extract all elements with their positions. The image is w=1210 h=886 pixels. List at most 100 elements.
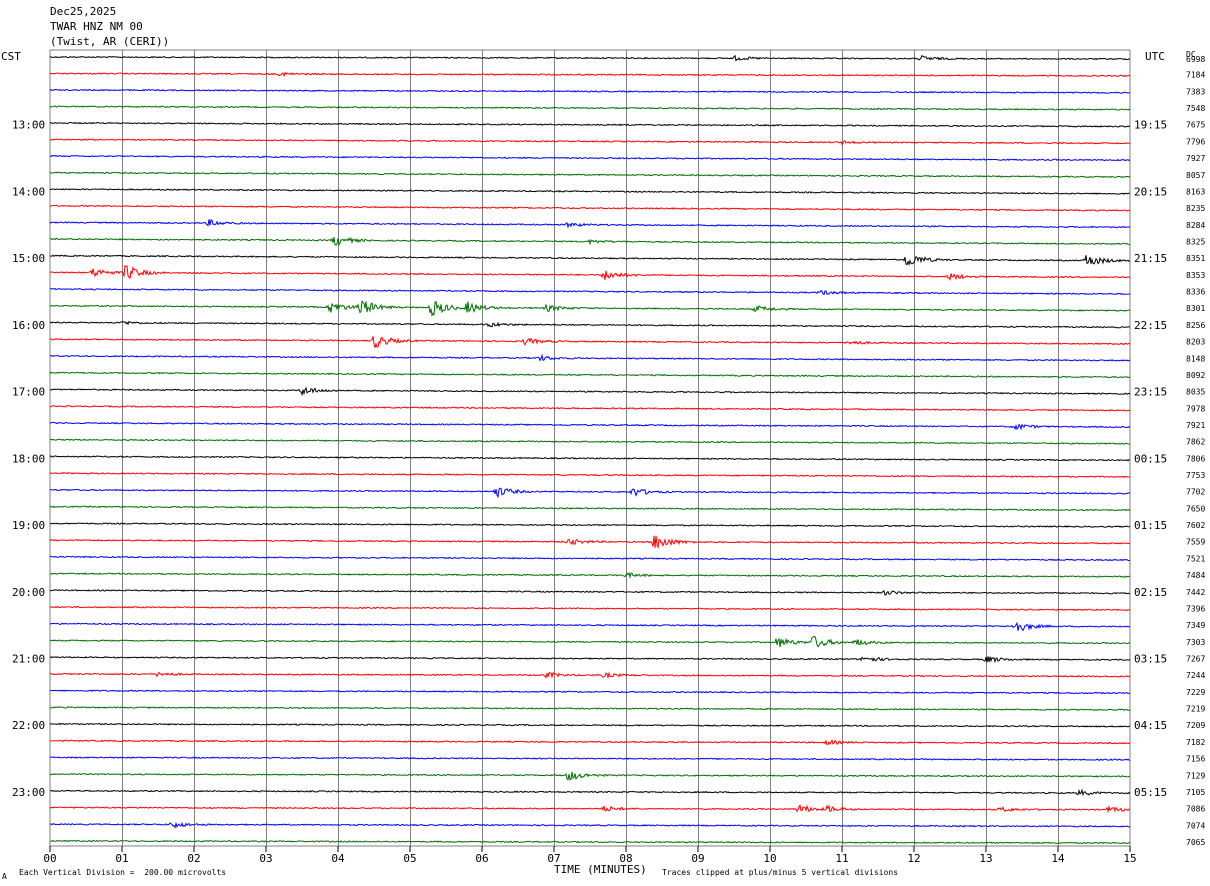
dc-offset-label: 8353 (1186, 271, 1205, 280)
x-tick-label: 02 (187, 852, 200, 865)
dc-offset-label: 7753 (1186, 471, 1205, 480)
dc-offset-label: 7806 (1186, 454, 1205, 463)
x-tick-label: 10 (763, 852, 776, 865)
dc-offset-label: 8325 (1186, 237, 1205, 246)
right-hour-label: 19:15 (1134, 119, 1167, 132)
dc-offset-label: 8235 (1186, 204, 1205, 213)
seismic-trace (49, 54, 1131, 62)
dc-offset-label: 7182 (1186, 738, 1205, 747)
seismic-trace (49, 154, 1131, 162)
x-tick-label: 00 (43, 852, 56, 865)
x-tick-label: 11 (835, 852, 848, 865)
right-hour-label: 02:15 (1134, 586, 1167, 599)
x-tick-label: 13 (979, 852, 992, 865)
x-tick-label: 14 (1051, 852, 1065, 865)
x-tick-label: 01 (115, 852, 128, 865)
x-tick-label: 06 (475, 852, 488, 865)
dc-offset-label: 8351 (1186, 254, 1205, 263)
seismic-trace (49, 522, 1131, 528)
seismic-trace (49, 635, 1131, 648)
seismic-trace (49, 299, 1131, 318)
dc-offset-label: 8284 (1186, 221, 1205, 230)
left-hour-label: 22:00 (12, 719, 45, 732)
seismic-trace (49, 771, 1131, 781)
dc-offset-label: 7921 (1186, 421, 1205, 430)
seismic-trace (49, 264, 1131, 282)
left-hour-label: 15:00 (12, 252, 45, 265)
seismic-trace (49, 671, 1131, 680)
dc-offset-label: 7548 (1186, 104, 1205, 113)
seismic-trace (49, 535, 1131, 549)
dc-offset-label: 7796 (1186, 137, 1205, 146)
seismic-trace (49, 472, 1131, 479)
dc-offset-label: 7978 (1186, 404, 1205, 413)
seismic-trace (49, 655, 1131, 664)
x-tick-label: 12 (907, 852, 920, 865)
seismic-trace (49, 571, 1131, 579)
seismic-trace (49, 821, 1131, 829)
dc-offset-label: 7650 (1186, 504, 1205, 513)
seismic-trace (49, 204, 1131, 212)
seismic-trace (49, 405, 1131, 412)
left-hour-label: 19:00 (12, 519, 45, 532)
seismic-trace (49, 689, 1131, 695)
x-tick-label: 09 (691, 852, 704, 865)
dc-offset-label: 7129 (1186, 771, 1205, 780)
left-hour-label: 20:00 (12, 586, 45, 599)
dc-offset-label: 7105 (1186, 788, 1205, 797)
seismic-trace (49, 219, 1131, 229)
x-tick-label: 04 (331, 852, 345, 865)
dc-offset-label: 8092 (1186, 371, 1205, 380)
right-hour-label: 01:15 (1134, 519, 1167, 532)
seismic-trace (49, 254, 1131, 266)
seismic-trace (49, 804, 1131, 814)
dc-offset-label: 8057 (1186, 171, 1205, 180)
dc-offset-label: 7559 (1186, 538, 1205, 547)
seismic-trace (49, 88, 1131, 94)
seismic-trace (49, 336, 1131, 348)
seismic-trace (49, 505, 1131, 512)
dc-offset-label: 8148 (1186, 354, 1205, 363)
dc-offset-label: 7675 (1186, 121, 1205, 130)
dc-offset-label: 7484 (1186, 571, 1205, 580)
seismic-trace (49, 287, 1131, 296)
dc-offset-label: 8203 (1186, 338, 1205, 347)
dc-offset-label: 7602 (1186, 521, 1205, 530)
seismic-trace (49, 722, 1131, 728)
helicorder-plot: 00 01 02 03 04 05 06 07 08 09 10 11 12 13 14 15 13:0014… (12, 49, 1205, 865)
seismic-trace (49, 105, 1131, 111)
clip-note: Traces clipped at plus/minus 5 vertical … (662, 868, 899, 877)
dc-offset-label: 7086 (1186, 805, 1205, 814)
dc-offset-label: 7927 (1186, 154, 1205, 163)
seismic-trace (49, 236, 1131, 247)
dc-offset-label: 7074 (1186, 821, 1205, 830)
dc-offset-label: 7184 (1186, 71, 1205, 80)
seismic-trace (49, 706, 1131, 711)
seismic-trace (49, 138, 1131, 146)
dc-offset-label: 7521 (1186, 554, 1205, 563)
seismic-trace (49, 589, 1131, 596)
left-hour-label: 23:00 (12, 786, 45, 799)
left-hour-label: 16:00 (12, 319, 45, 332)
dc-offset-label: 7229 (1186, 688, 1205, 697)
right-hour-label: 23:15 (1134, 386, 1167, 399)
left-hour-label: 17:00 (12, 386, 45, 399)
dc-offset-label: 7065 (1186, 838, 1205, 847)
right-hour-label: 22:15 (1134, 319, 1167, 332)
dc-offset-label: 7267 (1186, 655, 1205, 664)
dc-offset-label: 7303 (1186, 638, 1205, 647)
dc-offset-label: 7442 (1186, 588, 1205, 597)
dc-offset-label: 8301 (1186, 304, 1205, 313)
seismic-traces (49, 54, 1131, 845)
right-hour-label: 03:15 (1134, 653, 1167, 666)
right-hour-label: 20:15 (1134, 185, 1167, 198)
seismic-trace (49, 839, 1131, 845)
seismic-trace (49, 188, 1131, 196)
seismic-trace (49, 739, 1131, 746)
right-hour-label: 05:15 (1134, 786, 1167, 799)
dc-offset-label: 6998 (1186, 55, 1205, 64)
x-tick-label: 03 (259, 852, 272, 865)
left-hour-label: 13:00 (12, 119, 45, 132)
dc-offset-label: 8035 (1186, 388, 1205, 397)
seismic-trace (49, 788, 1131, 797)
